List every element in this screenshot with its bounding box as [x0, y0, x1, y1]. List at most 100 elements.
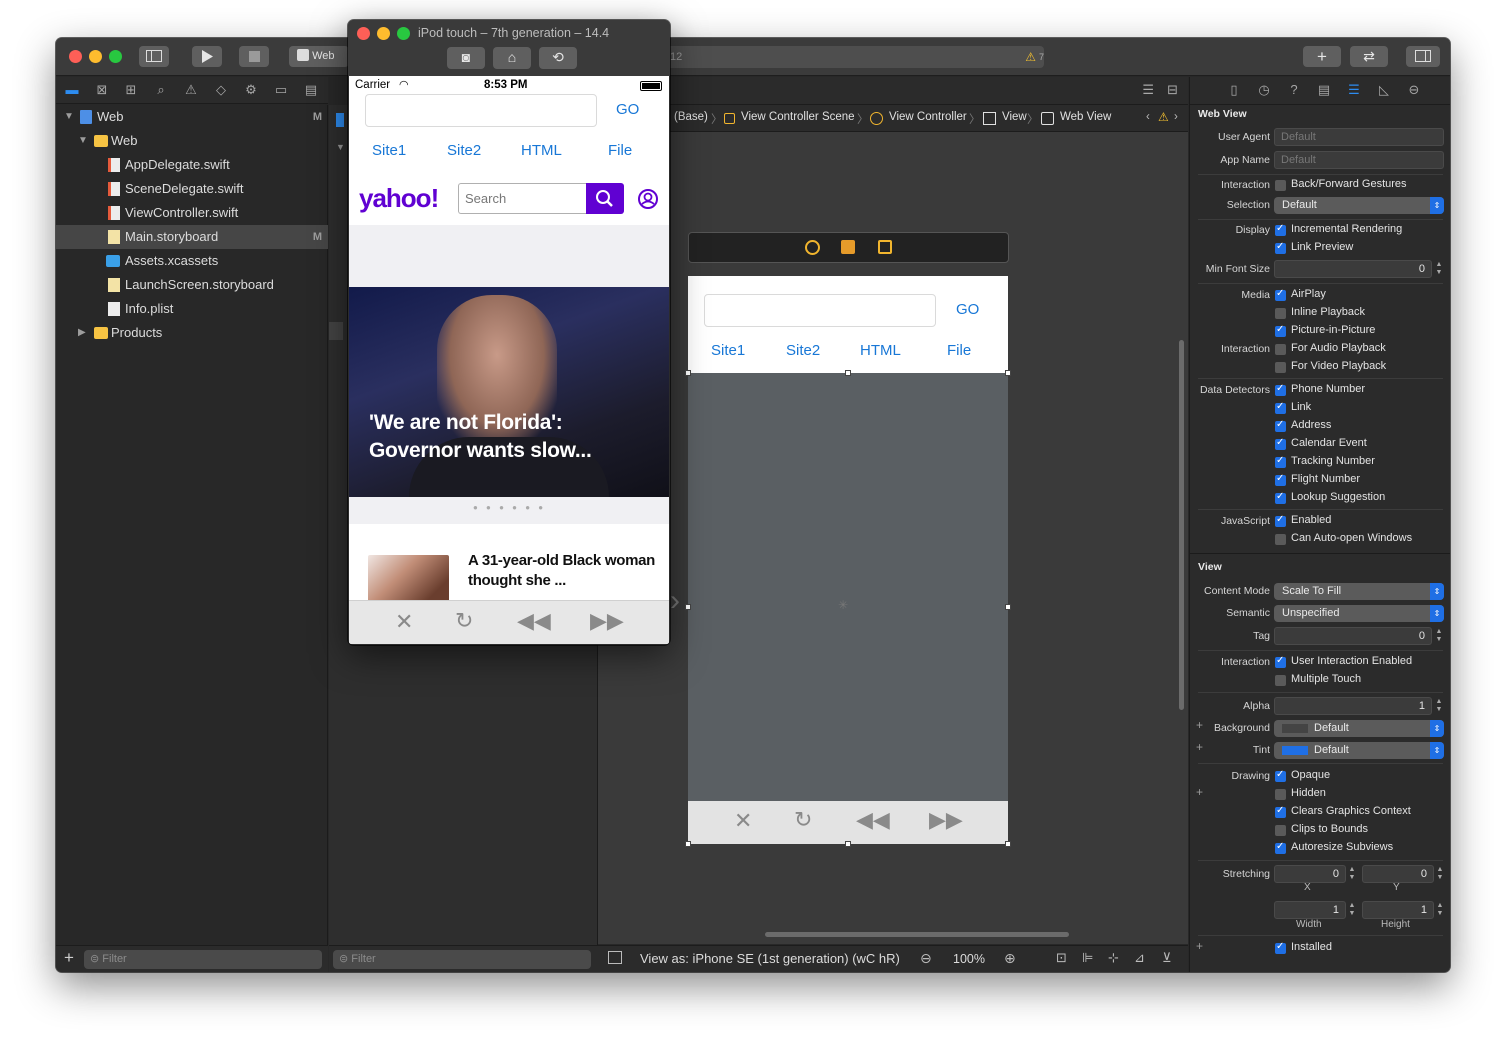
- go-button[interactable]: GO: [616, 101, 639, 118]
- video-playback-checkbox[interactable]: [1275, 362, 1286, 373]
- resize-handle[interactable]: [845, 841, 851, 847]
- yahoo-logo[interactable]: yahoo!: [359, 183, 439, 214]
- js-auto-open-checkbox[interactable]: [1275, 534, 1286, 545]
- resolve-issues-icon[interactable]: ⊿: [1134, 950, 1145, 966]
- file-button[interactable]: File: [947, 342, 971, 359]
- editor-options-icon[interactable]: ☰: [1142, 82, 1154, 98]
- detector-checkbox[interactable]: [1275, 419, 1286, 432]
- semantic-popup[interactable]: Unspecified ⇕: [1274, 605, 1444, 622]
- rotate-button[interactable]: ⟲: [539, 47, 577, 69]
- resize-handle[interactable]: [1005, 604, 1011, 610]
- size-icon[interactable]: ◺: [1376, 82, 1392, 98]
- audio-playback-checkbox[interactable]: [1275, 344, 1286, 355]
- stretch-y-field[interactable]: 0: [1362, 865, 1434, 883]
- file-button[interactable]: File: [608, 142, 632, 159]
- breakpoint-icon[interactable]: ▭: [273, 82, 289, 98]
- site2-button[interactable]: Site2: [447, 142, 481, 159]
- chevron-down-icon[interactable]: ▼: [64, 105, 74, 129]
- user-interaction-checkbox[interactable]: [1275, 655, 1286, 668]
- close-window-button[interactable]: [69, 50, 82, 63]
- app-name-field[interactable]: Default: [1274, 151, 1444, 169]
- stepper[interactable]: ▲ ▼: [1435, 628, 1443, 644]
- selection-popup[interactable]: Default ⇕: [1274, 197, 1444, 214]
- stretch-x-field[interactable]: 0: [1274, 865, 1346, 883]
- resize-handle[interactable]: [685, 370, 691, 376]
- story-headline[interactable]: A 31-year-old Black woman thought she ..…: [468, 551, 658, 591]
- embed-icon[interactable]: ⊻: [1162, 950, 1172, 966]
- resize-handle[interactable]: [685, 604, 691, 610]
- tree-item-infoplist[interactable]: Info.plist: [56, 297, 328, 321]
- outline-filter-field[interactable]: ⊜ Filter: [333, 950, 591, 969]
- user-agent-field[interactable]: Default: [1274, 128, 1444, 146]
- forward-icon[interactable]: ▶▶: [929, 807, 963, 833]
- background-popup[interactable]: Default ⇕: [1274, 720, 1444, 737]
- chevron-right-icon[interactable]: ›: [1174, 111, 1178, 123]
- back-icon[interactable]: ◀◀: [856, 807, 890, 833]
- resize-handle[interactable]: [845, 370, 851, 376]
- stepper[interactable]: ▲ ▼: [1348, 866, 1356, 882]
- tree-item-launchscreen[interactable]: LaunchScreen.storyboard: [56, 273, 328, 297]
- hidden-checkbox[interactable]: [1275, 789, 1286, 800]
- close-window-button[interactable]: [357, 27, 370, 40]
- tree-item-appdelegate[interactable]: AppDelegate.swift: [56, 153, 328, 177]
- attributes-icon[interactable]: ☰: [1346, 82, 1362, 98]
- page-dots[interactable]: ● ● ● ● ● ●: [473, 503, 546, 512]
- source-control-icon[interactable]: ⊠: [94, 82, 110, 98]
- zoom-out-icon[interactable]: ⊖: [920, 950, 932, 967]
- incremental-checkbox[interactable]: [1275, 223, 1286, 236]
- back-forward-checkbox[interactable]: [1275, 180, 1286, 191]
- site2-button[interactable]: Site2: [786, 342, 820, 359]
- site1-button[interactable]: Site1: [372, 142, 406, 159]
- chevron-left-icon[interactable]: ‹: [1146, 111, 1150, 123]
- html-button[interactable]: HTML: [860, 342, 901, 359]
- horizontal-scrollbar[interactable]: [765, 932, 1069, 937]
- stretch-width-field[interactable]: 1: [1274, 901, 1346, 919]
- chevron-right-icon[interactable]: ▶: [78, 321, 86, 345]
- zoom-window-button[interactable]: [109, 50, 122, 63]
- go-button[interactable]: GO: [956, 301, 979, 318]
- js-enabled-checkbox[interactable]: [1275, 514, 1286, 527]
- stepper[interactable]: ▲ ▼: [1436, 866, 1444, 882]
- resize-handle[interactable]: [1005, 841, 1011, 847]
- pip-checkbox[interactable]: [1275, 324, 1286, 337]
- add-variation-button[interactable]: +: [1196, 939, 1203, 953]
- add-file-button[interactable]: +: [64, 948, 74, 968]
- zoom-in-icon[interactable]: ⊕: [1004, 950, 1016, 967]
- resize-handle[interactable]: [685, 841, 691, 847]
- multiple-touch-checkbox[interactable]: [1275, 675, 1286, 686]
- view-controller-icon[interactable]: [805, 240, 820, 255]
- url-text-field[interactable]: [704, 294, 936, 327]
- code-review-button[interactable]: ⇄: [1350, 46, 1388, 67]
- history-icon[interactable]: ◷: [1256, 82, 1272, 98]
- stepper[interactable]: ▲ ▼: [1435, 261, 1443, 277]
- update-frames-icon[interactable]: ⊡: [1056, 950, 1067, 966]
- home-button[interactable]: ⌂: [493, 47, 531, 69]
- autoresize-checkbox[interactable]: [1275, 841, 1286, 854]
- detector-checkbox[interactable]: [1275, 401, 1286, 414]
- tag-field[interactable]: 0: [1274, 627, 1432, 645]
- reload-icon[interactable]: ↻: [794, 807, 812, 833]
- add-constraints-icon[interactable]: ⊹: [1108, 950, 1119, 966]
- toggle-inspector-button[interactable]: [1406, 46, 1440, 67]
- detector-checkbox[interactable]: [1275, 473, 1286, 486]
- vertical-scrollbar[interactable]: [1179, 340, 1184, 710]
- test-icon[interactable]: ◇: [213, 82, 229, 98]
- stop-button[interactable]: [239, 46, 269, 67]
- breadcrumb-view[interactable]: View: [1002, 111, 1027, 123]
- alpha-field[interactable]: 1: [1274, 697, 1432, 715]
- file-inspector-icon[interactable]: ▯: [1226, 82, 1242, 98]
- resize-handle[interactable]: [1005, 370, 1011, 376]
- align-icon[interactable]: ⊫: [1082, 950, 1093, 966]
- find-icon[interactable]: ⌕: [153, 82, 169, 98]
- detector-checkbox[interactable]: [1275, 491, 1286, 504]
- clears-context-checkbox[interactable]: [1275, 805, 1286, 818]
- run-button[interactable]: [192, 46, 222, 67]
- story-thumbnail[interactable]: [368, 555, 449, 600]
- html-button[interactable]: HTML: [521, 142, 562, 159]
- tree-item-viewcontroller[interactable]: ViewController.swift: [56, 201, 328, 225]
- stepper[interactable]: ▲ ▼: [1436, 902, 1444, 918]
- stepper[interactable]: ▲ ▼: [1435, 698, 1443, 714]
- url-text-field[interactable]: [365, 94, 597, 127]
- tree-item-assets[interactable]: Assets.xcassets: [56, 249, 328, 273]
- report-icon[interactable]: ▤: [303, 82, 319, 98]
